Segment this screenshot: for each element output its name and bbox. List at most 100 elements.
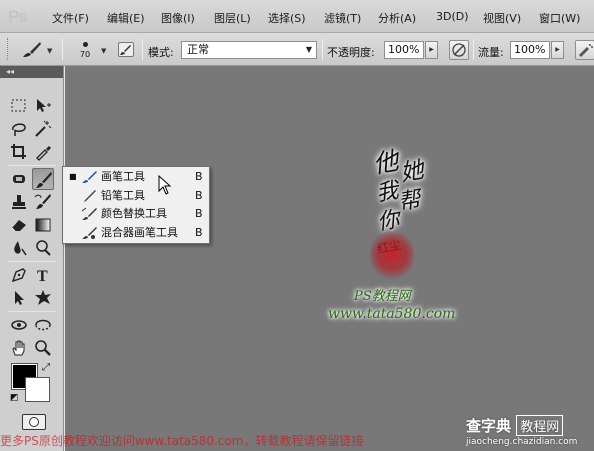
menu-3d[interactable]: 3D(D) [436,10,469,23]
tool-row [8,237,60,259]
flyout-item-shortcut: B [195,189,203,202]
divider [8,311,56,312]
opacity-input[interactable]: 100% [384,41,424,59]
site-url-text: www.tata580.com [328,306,456,322]
tool-row [8,168,60,190]
gradient-icon [35,218,51,232]
tool-row [8,191,60,213]
path-selection-tool[interactable] [8,287,30,309]
opacity-slider-button[interactable]: ▶ [425,41,438,59]
pen-tool[interactable] [8,264,30,286]
options-bar-grip[interactable] [7,38,10,60]
tool-row [8,141,60,163]
flyout-item-pencil[interactable]: 铅笔工具 B [63,187,209,205]
3d-rotate-icon [11,320,27,330]
brush-panel-icon [120,45,131,55]
tools-panel-header[interactable]: ◂◂ [0,66,63,78]
brush-size-picker[interactable]: 70 [73,39,97,63]
menu-file[interactable]: 文件(F) [52,10,89,26]
selected-indicator-icon: ■ [69,172,77,181]
brush-tip-icon [82,42,88,47]
menu-filter[interactable]: 滤镜(T) [324,10,361,26]
swap-colors-icon[interactable]: ⤢ [42,362,50,373]
eyedropper-icon [36,146,51,161]
tool-row [8,118,60,140]
clone-stamp-tool[interactable] [8,191,30,213]
options-bar: ▼ 70 ▼ 模式: 正常 ▼ 不透明度: 100% ▶ 流量: 100% ▶ [0,33,594,66]
lasso-icon [12,123,26,136]
divider [8,261,56,262]
default-colors-icon[interactable]: ◩ [10,393,19,403]
history-brush-icon [34,194,51,209]
opacity-label: 不透明度: [327,46,375,59]
brush-panel-toggle-button[interactable] [118,42,134,57]
menu-view[interactable]: 视图(V) [483,10,521,26]
tool-preset-picker[interactable] [22,41,42,58]
zoom-tool[interactable] [32,337,54,359]
flyout-item-brush[interactable]: ■ 画笔工具 B [63,168,209,186]
tablet-pressure-opacity-button[interactable] [449,40,469,60]
flow-slider-button[interactable]: ▶ [551,41,564,59]
brand-url: jiaocheng.chazidian.com [466,437,578,447]
3d-orbit-tool[interactable] [32,314,54,336]
move-icon [37,99,51,112]
crop-tool[interactable] [8,141,30,163]
move-tool[interactable] [32,95,54,117]
path-selection-icon [15,291,24,305]
blur-tool[interactable] [8,237,30,259]
eraser-tool[interactable] [8,214,30,236]
healing-brush-icon [13,175,25,183]
divider [142,39,143,60]
tool-row [8,287,60,309]
menu-layer[interactable]: 图层(L) [214,10,251,26]
watermark-text: 更多PS原创教程欢迎访问www.tata580.com，转载教程请保留链接 [0,434,364,448]
magic-wand-tool[interactable] [32,118,54,140]
custom-shape-tool[interactable] [32,287,54,309]
chevron-down-icon[interactable]: ▼ [47,47,52,55]
tool-row: T [8,264,60,286]
hand-icon [12,340,25,356]
flyout-item-label: 混合器画笔工具 [101,226,178,239]
divider [322,39,323,60]
flyout-item-mixer-brush[interactable]: 混合器画笔工具 B [63,224,209,242]
menu-analysis[interactable]: 分析(A) [378,10,416,26]
mixer-brush-icon [81,226,97,246]
tool-row [8,214,60,236]
tool-row [8,314,60,336]
quick-mask-button[interactable] [22,414,46,430]
marquee-tool[interactable] [8,95,30,117]
site-name-text: PS教程网 [354,289,411,304]
mode-select[interactable]: 正常 ▼ [181,41,317,59]
menu-edit[interactable]: 编辑(E) [107,10,145,26]
lasso-tool[interactable] [8,118,30,140]
quick-mask-icon [29,417,39,427]
healing-brush-tool[interactable] [8,168,30,190]
app-logo: Ps [8,7,28,26]
flyout-item-color-replacement[interactable]: 颜色替换工具 B [63,205,209,223]
flow-input[interactable]: 100% [510,41,550,59]
tool-row [8,95,60,117]
background-color-swatch[interactable] [25,377,50,402]
airbrush-toggle-button[interactable] [575,40,594,60]
brush-size-value: 70 [79,50,91,59]
hand-tool[interactable] [8,337,30,359]
type-tool[interactable]: T [32,264,54,286]
menu-select[interactable]: 选择(S) [268,10,306,26]
dodge-tool[interactable] [32,237,54,259]
brush-icon [36,172,52,188]
history-brush-tool[interactable] [32,191,54,213]
flyout-item-label: 颜色替换工具 [101,207,167,220]
flyout-item-shortcut: B [195,170,203,183]
3d-rotate-tool[interactable] [8,314,30,336]
document-canvas[interactable] [65,66,594,451]
menu-window[interactable]: 窗口(W) [539,10,580,26]
eyedropper-tool[interactable] [32,141,54,163]
menu-image[interactable]: 图像(I) [161,10,195,26]
chevron-down-icon[interactable]: ▼ [101,47,106,55]
tools-panel: ◂◂ T ⤢ ◩ [0,66,64,451]
brand-box: 教程网 [516,415,564,436]
flyout-item-label: 画笔工具 [101,170,145,183]
gradient-tool[interactable] [32,214,54,236]
brush-tool[interactable] [32,168,54,190]
3d-orbit-icon [35,319,51,331]
